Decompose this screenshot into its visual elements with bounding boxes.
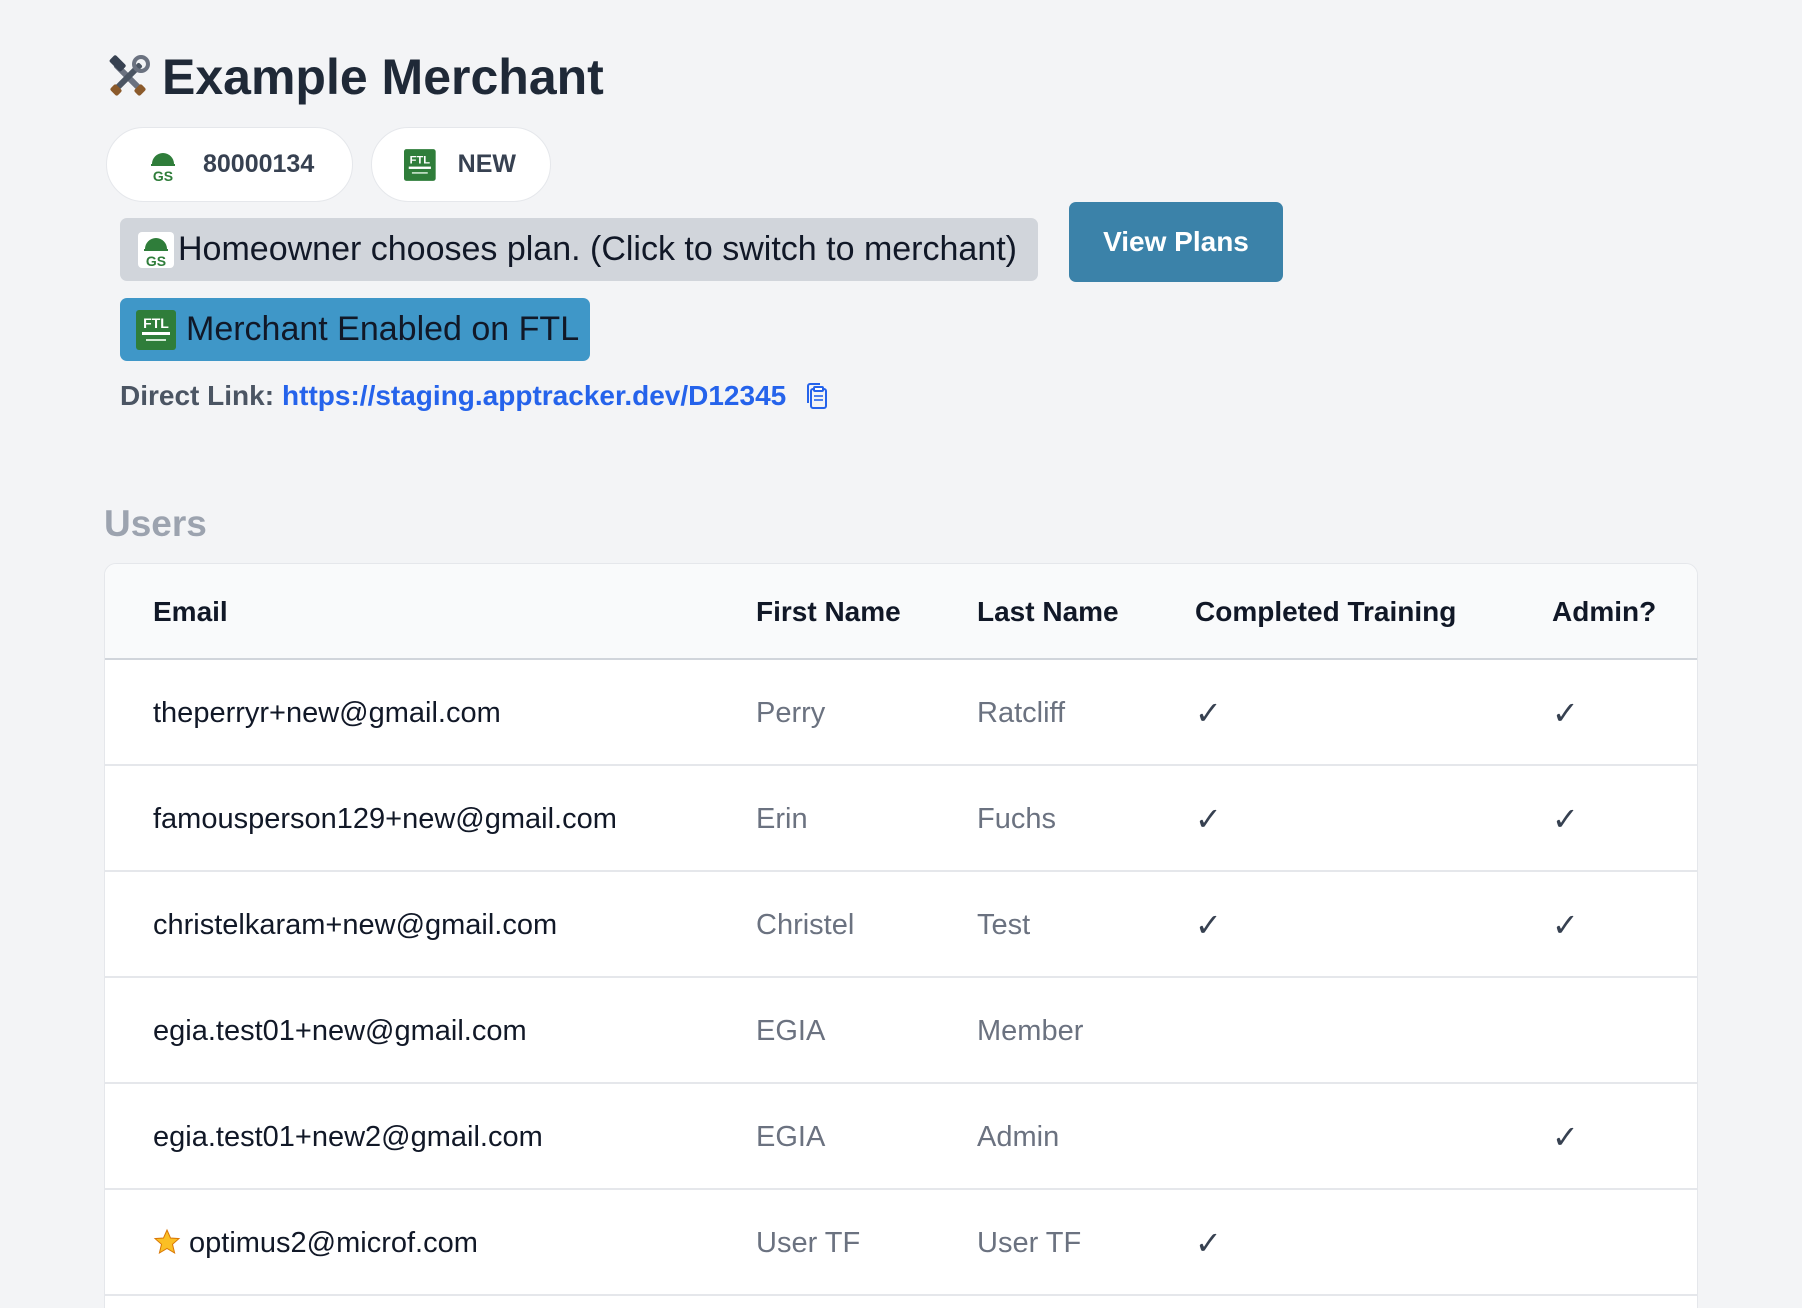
- admin-check-icon: ✓: [1552, 907, 1579, 943]
- user-email: theperryr+new@gmail.com: [153, 660, 501, 766]
- ftl-logo: FTL: [404, 148, 436, 181]
- svg-text:FTL: FTL: [143, 315, 169, 331]
- user-first-name: Christel: [756, 909, 855, 941]
- user-email-text: famousperson129+new@gmail.com: [153, 803, 617, 835]
- view-plans-button[interactable]: View Plans: [1069, 202, 1283, 282]
- table-row[interactable]: egia.test01+new@gmail.com EGIA Member: [105, 978, 1697, 1084]
- ftl-enabled-label: Merchant Enabled on FTL: [186, 310, 580, 348]
- completed-training-check-icon: ✓: [1195, 1225, 1222, 1261]
- user-email-text: theperryr+new@gmail.com: [153, 697, 501, 729]
- user-last-name: Member: [977, 1015, 1084, 1047]
- user-email: egia.test01+new@gmail.com: [153, 978, 527, 1084]
- user-email: egia.test01+new2@gmail.com: [153, 1084, 543, 1190]
- ftl-logo: FTL: [136, 309, 176, 350]
- clipboard-copy-icon[interactable]: [802, 381, 832, 411]
- user-last-name: Fuchs: [977, 803, 1056, 835]
- column-header-completed-training[interactable]: Completed Training: [1195, 564, 1456, 660]
- user-email-text: egia.test01+new2@gmail.com: [153, 1121, 543, 1153]
- column-header-admin[interactable]: Admin?: [1552, 564, 1656, 660]
- merchant-id-value: 80000134: [203, 150, 315, 178]
- user-email: christelkaram+new@gmail.com: [153, 872, 557, 978]
- table-row[interactable]: famousperson129+new@gmail.com Erin Fuchs ✓ ✓: [105, 766, 1697, 872]
- user-first-name: EGIA: [756, 1015, 826, 1047]
- user-first-name: Perry: [756, 697, 826, 729]
- plan-chooser-label: Homeowner chooses plan. (Click to switch…: [178, 230, 1017, 268]
- svg-text:GS: GS: [146, 253, 166, 268]
- gs-logo: GS: [151, 152, 175, 183]
- user-email: optimus2@microf.com: [153, 1190, 478, 1296]
- merchant-id-badge: GS 80000134: [106, 127, 353, 202]
- user-email: famousperson129+new@gmail.com: [153, 766, 617, 872]
- hammer-and-wrench-icon: [109, 55, 150, 96]
- table-row[interactable]: optimus2@microf.com User TF User TF ✓: [105, 1190, 1697, 1296]
- column-header-email[interactable]: Email: [153, 564, 228, 660]
- user-first-name: EGIA: [756, 1121, 826, 1153]
- user-email-text: optimus2@microf.com: [189, 1227, 478, 1259]
- ftl-enabled-badge: FTL Merchant Enabled on FTL: [120, 298, 590, 361]
- users-table-header: Email First Name Last Name Completed Tra…: [105, 564, 1697, 660]
- user-last-name: Admin: [977, 1121, 1060, 1153]
- user-first-name: Erin: [756, 803, 808, 835]
- completed-training-check-icon: ✓: [1195, 907, 1222, 943]
- user-email-text: christelkaram+new@gmail.com: [153, 909, 558, 941]
- merchant-page: Example Merchant GS 80000134 FTL NEW GS …: [0, 0, 1802, 1308]
- svg-text:FTL: FTL: [410, 154, 431, 166]
- table-row[interactable]: egia.test01+new2@gmail.com EGIA Admin ✓: [105, 1084, 1697, 1190]
- page-title: Example Merchant: [104, 48, 604, 106]
- admin-check-icon: ✓: [1552, 1119, 1579, 1155]
- user-last-name: Test: [977, 909, 1031, 941]
- gs-logo: GS: [138, 231, 174, 268]
- direct-link-label: Direct Link:: [120, 380, 275, 411]
- lender-status-value: NEW: [457, 150, 516, 178]
- user-last-name: User TF: [977, 1227, 1082, 1259]
- completed-training-check-icon: ✓: [1195, 695, 1222, 731]
- table-row[interactable]: christelkaram+new@gmail.com Christel Test ✓…: [105, 872, 1697, 978]
- plan-chooser-toggle[interactable]: GS Homeowner chooses plan. (Click to swi…: [120, 218, 1038, 281]
- user-email-text: egia.test01+new@gmail.com: [153, 1015, 527, 1047]
- admin-check-icon: ✓: [1552, 801, 1579, 837]
- admin-check-icon: ✓: [1552, 695, 1579, 731]
- column-header-last-name[interactable]: Last Name: [977, 564, 1119, 660]
- direct-link-row: Direct Link: https://staging.apptracker.…: [120, 380, 832, 412]
- star-icon: [153, 1228, 181, 1255]
- users-section-title: Users: [104, 503, 207, 544]
- column-header-first-name[interactable]: First Name: [756, 564, 901, 660]
- merchant-name: Example Merchant: [162, 49, 604, 105]
- table-row[interactable]: theperryr+new@gmail.com Perry Ratcliff ✓ ✓: [105, 660, 1697, 766]
- completed-training-check-icon: ✓: [1195, 801, 1222, 837]
- user-first-name: User TF: [756, 1227, 861, 1259]
- user-last-name: Ratcliff: [977, 697, 1066, 729]
- users-table: Email First Name Last Name Completed Tra…: [104, 563, 1698, 1308]
- svg-text:GS: GS: [153, 168, 173, 183]
- direct-link-url[interactable]: https://staging.apptracker.dev/D12345: [282, 380, 786, 412]
- lender-status-badge: FTL NEW: [371, 127, 551, 202]
